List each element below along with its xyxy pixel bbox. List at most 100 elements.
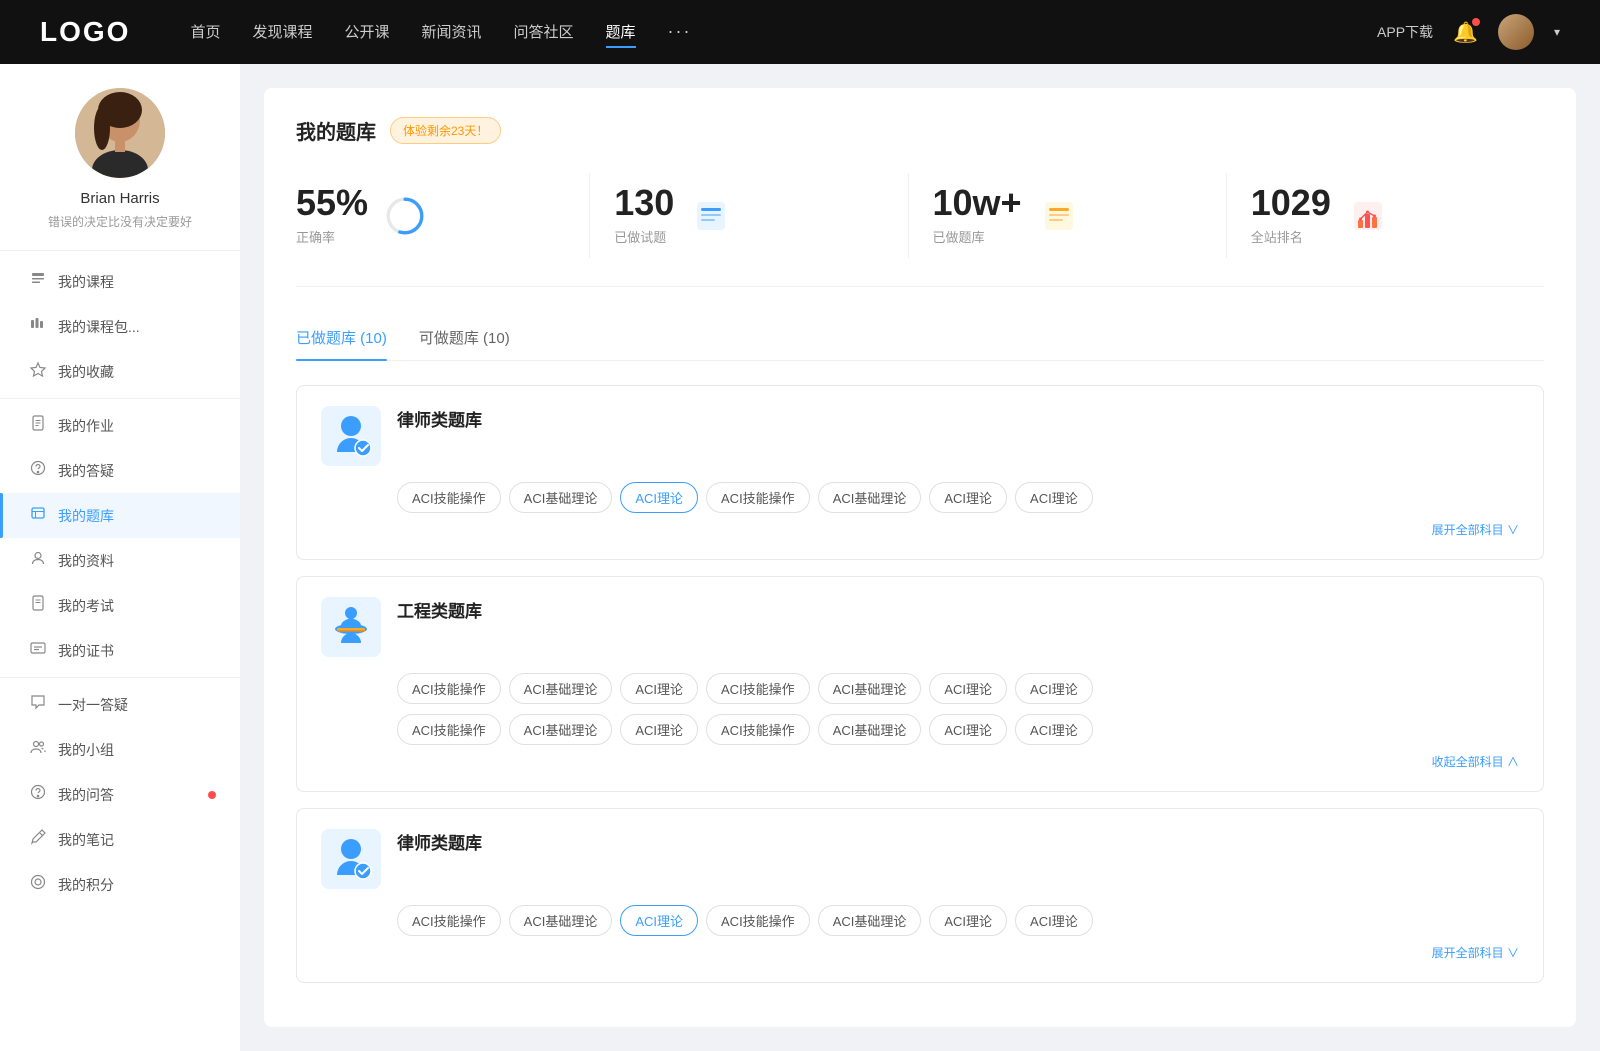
- profile-name: Brian Harris: [20, 190, 220, 207]
- menu-item-profile[interactable]: 我的资料: [0, 538, 240, 583]
- stat-done-questions-content: 130 已做试题: [614, 185, 674, 246]
- menu-item-favorites[interactable]: 我的收藏: [0, 349, 240, 394]
- tab-done[interactable]: 已做题库 (10): [296, 319, 387, 360]
- bank-card-1-tags-row1: ACI技能操作 ACI基础理论 ACI理论 ACI技能操作 ACI基础理论 AC…: [397, 673, 1519, 704]
- navbar: LOGO 首页 发现课程 公开课 新闻资讯 问答社区 题库 ··· APP下载 …: [0, 0, 1600, 64]
- menu-item-course-package[interactable]: 我的课程包...: [0, 304, 240, 349]
- tag-1-0[interactable]: ACI技能操作: [397, 673, 501, 704]
- stat-ranking: 1029 全站排名: [1227, 173, 1544, 258]
- tag-0-0[interactable]: ACI技能操作: [397, 482, 501, 513]
- nav-links: 首页 发现课程 公开课 新闻资讯 问答社区 题库 ···: [190, 17, 1377, 48]
- tag-1-6[interactable]: ACI理论: [1015, 673, 1093, 704]
- tag-0-1[interactable]: ACI基础理论: [509, 482, 613, 513]
- nav-link-bank[interactable]: 题库: [606, 17, 636, 48]
- tag-2-2[interactable]: ACI理论: [620, 905, 698, 936]
- profile-slogan: 错误的决定比没有决定要好: [20, 213, 220, 230]
- tag-2-3[interactable]: ACI技能操作: [706, 905, 810, 936]
- menu-label: 我的课程: [58, 272, 114, 292]
- nav-link-home[interactable]: 首页: [190, 17, 220, 48]
- tab-available[interactable]: 可做题库 (10): [419, 319, 510, 360]
- tag-0-3[interactable]: ACI技能操作: [706, 482, 810, 513]
- tag-0-2[interactable]: ACI理论: [620, 482, 698, 513]
- tag-0-6[interactable]: ACI理论: [1015, 482, 1093, 513]
- tag-2-6[interactable]: ACI理论: [1015, 905, 1093, 936]
- menu-item-group[interactable]: 我的小组: [0, 727, 240, 772]
- menu-item-notes[interactable]: 我的笔记: [0, 817, 240, 862]
- tag-1r2-2[interactable]: ACI理论: [620, 714, 698, 745]
- profile-icon: [28, 550, 48, 571]
- tag-1r2-6[interactable]: ACI理论: [1015, 714, 1093, 745]
- tag-1-3[interactable]: ACI技能操作: [706, 673, 810, 704]
- bank-card-1-tags-row2: ACI技能操作 ACI基础理论 ACI理论 ACI技能操作 ACI基础理论 AC…: [397, 714, 1519, 745]
- menu-label: 我的题库: [58, 506, 114, 526]
- course-package-icon: [28, 316, 48, 337]
- engineer-icon: [327, 603, 375, 651]
- stat-ranking-value: 1029: [1251, 185, 1331, 221]
- menu-item-bank[interactable]: 我的题库: [0, 493, 240, 538]
- tag-1r2-1[interactable]: ACI基础理论: [509, 714, 613, 745]
- menu-item-1on1[interactable]: 一对一答疑: [0, 682, 240, 727]
- stat-accuracy-content: 55% 正确率: [296, 185, 368, 246]
- tag-1r2-3[interactable]: ACI技能操作: [706, 714, 810, 745]
- nav-right: APP下载 🔔 ▾: [1377, 14, 1560, 50]
- tag-1-5[interactable]: ACI理论: [929, 673, 1007, 704]
- tag-2-5[interactable]: ACI理论: [929, 905, 1007, 936]
- notes-icon: [28, 829, 48, 850]
- bank-card-1-icon: [321, 597, 381, 657]
- expand-btn-1[interactable]: 收起全部科目 ∧: [1432, 755, 1519, 769]
- expand-btn-0[interactable]: 展开全部科目 ∨: [1432, 523, 1519, 537]
- menu-item-myqa[interactable]: 我的问答: [0, 772, 240, 817]
- bank-card-1-name: 工程类题库: [397, 597, 1519, 622]
- sidebar-menu: 我的课程 我的课程包... 我的收藏 我的作业: [0, 251, 240, 915]
- stat-ranking-icon: [1347, 195, 1389, 237]
- tag-0-5[interactable]: ACI理论: [929, 482, 1007, 513]
- nav-link-open[interactable]: 公开课: [344, 17, 389, 48]
- ranking-chart-icon: [1350, 198, 1386, 234]
- menu-item-points[interactable]: 我的积分: [0, 862, 240, 907]
- tag-2-1[interactable]: ACI基础理论: [509, 905, 613, 936]
- menu-label: 我的积分: [58, 875, 114, 895]
- app-download-button[interactable]: APP下载: [1377, 22, 1433, 42]
- tag-1r2-4[interactable]: ACI基础理论: [818, 714, 922, 745]
- questions-list-icon: [693, 198, 729, 234]
- menu-item-homework[interactable]: 我的作业: [0, 403, 240, 448]
- stat-done-banks: 10w+ 已做题库: [909, 173, 1227, 258]
- homework-icon: [28, 415, 48, 436]
- tag-1-2[interactable]: ACI理论: [620, 673, 698, 704]
- menu-item-my-course[interactable]: 我的课程: [0, 259, 240, 304]
- qa-icon: [28, 784, 48, 805]
- sidebar: Brian Harris 错误的决定比没有决定要好 我的课程 我的课程包...: [0, 64, 240, 1051]
- stat-done-questions-icon: [690, 195, 732, 237]
- tag-1-1[interactable]: ACI基础理论: [509, 673, 613, 704]
- nav-link-more[interactable]: ···: [668, 17, 692, 48]
- menu-item-questions[interactable]: 我的答疑: [0, 448, 240, 493]
- tag-2-0[interactable]: ACI技能操作: [397, 905, 501, 936]
- expand-btn-2[interactable]: 展开全部科目 ∨: [1432, 946, 1519, 960]
- star-icon: [28, 361, 48, 382]
- stat-done-banks-icon: [1038, 195, 1080, 237]
- menu-label: 我的问答: [58, 785, 114, 805]
- stat-accuracy-label: 正确率: [296, 227, 368, 246]
- stat-done-banks-value: 10w+: [933, 185, 1022, 221]
- menu-label: 我的资料: [58, 551, 114, 571]
- nav-link-qa[interactable]: 问答社区: [514, 17, 574, 48]
- tag-0-4[interactable]: ACI基础理论: [818, 482, 922, 513]
- question-icon: [28, 460, 48, 481]
- tag-2-4[interactable]: ACI基础理论: [818, 905, 922, 936]
- tag-1-4[interactable]: ACI基础理论: [818, 673, 922, 704]
- profile-avatar: [75, 88, 165, 178]
- stat-done-questions-value: 130: [614, 185, 674, 221]
- user-menu-chevron[interactable]: ▾: [1554, 25, 1560, 39]
- tag-1r2-5[interactable]: ACI理论: [929, 714, 1007, 745]
- menu-item-exam[interactable]: 我的考试: [0, 583, 240, 628]
- banks-list-icon: [1041, 198, 1077, 234]
- stat-done-banks-label: 已做题库: [933, 227, 1022, 246]
- menu-label: 我的小组: [58, 740, 114, 760]
- menu-item-certificate[interactable]: 我的证书: [0, 628, 240, 673]
- nav-link-discover[interactable]: 发现课程: [252, 17, 312, 48]
- user-avatar[interactable]: [1498, 14, 1534, 50]
- nav-link-news[interactable]: 新闻资讯: [422, 17, 482, 48]
- notification-bell[interactable]: 🔔: [1453, 20, 1478, 45]
- tag-1r2-0[interactable]: ACI技能操作: [397, 714, 501, 745]
- bank-card-0: 律师类题库 ACI技能操作 ACI基础理论 ACI理论 ACI技能操作 ACI基…: [296, 385, 1544, 560]
